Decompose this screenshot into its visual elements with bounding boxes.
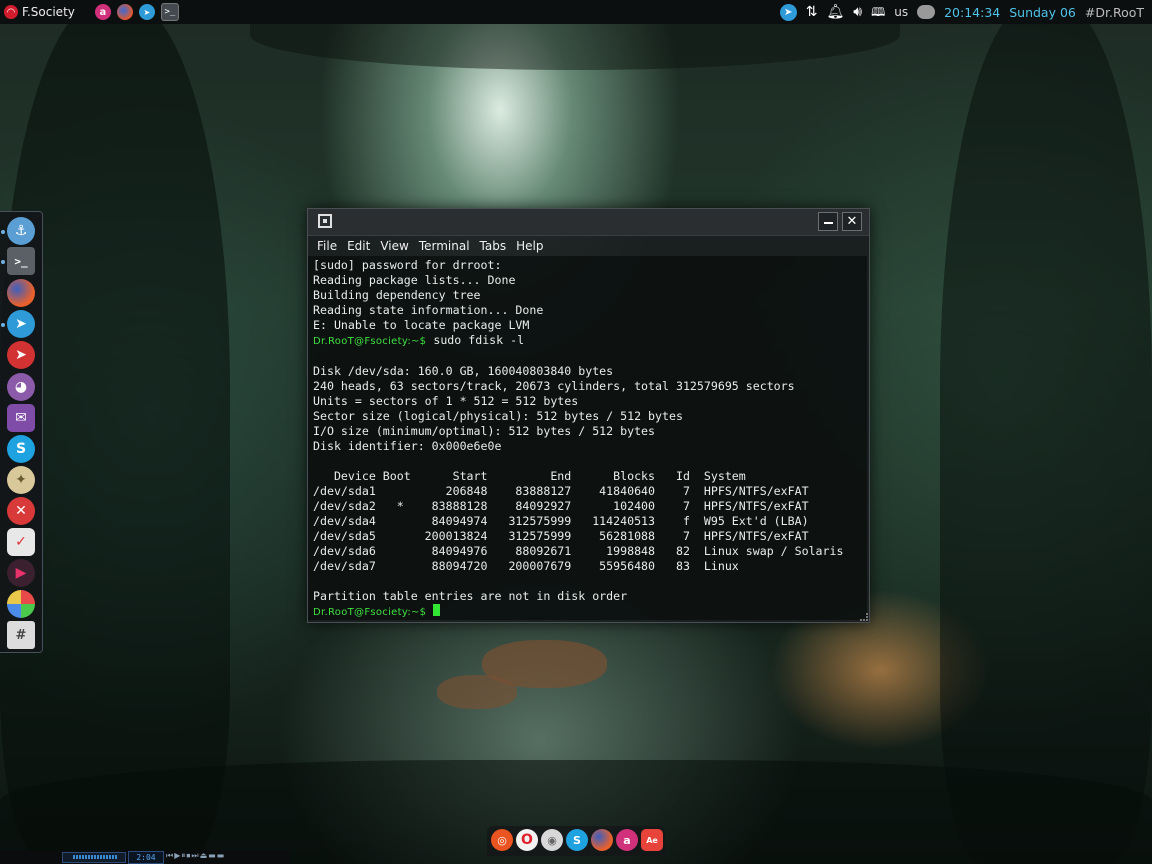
- window-menu-icon[interactable]: [318, 214, 332, 228]
- menu-terminal[interactable]: Terminal: [419, 239, 470, 253]
- wallpaper-deer-small: [437, 675, 517, 709]
- volume-slider[interactable]: ▬▬: [208, 851, 225, 860]
- running-indicator: [1, 230, 5, 234]
- running-indicator: [1, 323, 5, 327]
- partition-row: /dev/sda2 * 83888128 84092927 102400 7 H…: [313, 499, 809, 513]
- color-icon[interactable]: [7, 590, 35, 618]
- telegram-icon[interactable]: ➤: [7, 310, 35, 338]
- wallpaper-tree-right: [940, 0, 1152, 864]
- partition-row: /dev/sda5 200013824 312575999 56281088 7…: [313, 529, 809, 543]
- volume-icon[interactable]: 🔊︎: [853, 4, 862, 20]
- partition-row: /dev/sda7 88094720 200007679 55956480 83…: [313, 559, 739, 573]
- output-line: Sector size (logical/physical): 512 byte…: [313, 409, 683, 423]
- clock-time[interactable]: 20:14:34: [944, 5, 1000, 20]
- output-line: [sudo] password for drroot:: [313, 258, 502, 272]
- output-line: Disk identifier: 0x000e6e0e: [313, 439, 502, 453]
- app-launcher-icon[interactable]: a: [94, 4, 111, 20]
- output-line: Disk /dev/sda: 160.0 GB, 160040803840 by…: [313, 364, 614, 378]
- terminal-titlebar[interactable]: ✕: [308, 209, 869, 236]
- terminal-menubar: File Edit View Terminal Tabs Help: [308, 236, 869, 256]
- keyboard-layout-label[interactable]: us: [894, 5, 908, 19]
- user-hashtag-label: #Dr.RooT: [1084, 4, 1144, 20]
- globe-icon[interactable]: ✦: [7, 466, 35, 494]
- firefox-icon[interactable]: [591, 829, 613, 851]
- partition-row: /dev/sda4 84094974 312575999 114240513 f…: [313, 514, 809, 528]
- partition-table-header: Device Boot Start End Blocks Id System: [313, 469, 746, 483]
- output-line: I/O size (minimum/optimal): 512 bytes / …: [313, 424, 656, 438]
- firefox-icon[interactable]: [116, 4, 133, 20]
- notification-bell-icon[interactable]: 🔔︎: [826, 4, 844, 20]
- pidgin-icon[interactable]: ◕: [7, 373, 35, 401]
- app-icon[interactable]: a: [616, 829, 638, 851]
- terminal-icon[interactable]: >_: [160, 3, 179, 21]
- menu-view[interactable]: View: [380, 239, 408, 253]
- weather-icon[interactable]: [917, 5, 936, 19]
- media-controls[interactable]: ⏮▶⏸⏹⏭⏏▬▬: [166, 851, 225, 861]
- firefox-icon[interactable]: [7, 279, 35, 307]
- output-line: Reading state information... Done: [313, 303, 544, 317]
- network-icon[interactable]: ⇅: [806, 4, 818, 20]
- terminal-icon[interactable]: >_: [7, 247, 35, 275]
- telegram-icon[interactable]: ➤: [138, 4, 155, 20]
- opera-icon[interactable]: O: [516, 829, 538, 851]
- keyboard-icon[interactable]: 🕮: [871, 4, 885, 20]
- tv-icon[interactable]: ◉: [541, 829, 563, 851]
- media-time-display: 2:04: [128, 851, 164, 864]
- menu-edit[interactable]: Edit: [347, 239, 370, 253]
- skype-icon[interactable]: S: [566, 829, 588, 851]
- bottom-dock: ◎ O ◉ S a Ae: [487, 826, 665, 856]
- close-circle-icon[interactable]: ✕: [7, 497, 35, 525]
- ubuntu-icon[interactable]: ◎: [491, 829, 513, 851]
- output-line: Building dependency tree: [313, 288, 481, 302]
- running-indicator: [1, 260, 5, 264]
- output-line: Reading package lists... Done: [313, 273, 516, 287]
- top-panel: ◠ F.Society a ➤ >_ ➤ ⇅ 🔔︎ 🔊︎ 🕮 us 20:14:…: [0, 0, 1152, 24]
- telegram-tray-icon[interactable]: ➤: [779, 3, 797, 21]
- resize-grip-icon[interactable]: [860, 613, 868, 621]
- mail-icon[interactable]: ✉: [7, 404, 35, 432]
- terminal-output[interactable]: [sudo] password for drroot: Reading pack…: [308, 256, 867, 620]
- fsociety-logo-icon: ◠: [4, 5, 18, 19]
- eject-icon[interactable]: ⏏: [200, 851, 209, 860]
- telegram-red-icon[interactable]: ➤: [7, 341, 35, 369]
- menu-help[interactable]: Help: [516, 239, 543, 253]
- video-player-icon[interactable]: ▶: [7, 559, 35, 587]
- output-line: Partition table entries are not in disk …: [313, 589, 628, 603]
- text-cursor[interactable]: [433, 604, 441, 616]
- shell-prompt: Dr.RooT@Fsociety:~$: [313, 336, 427, 347]
- menu-file[interactable]: File: [317, 239, 337, 253]
- badge-icon[interactable]: Ae: [641, 829, 663, 851]
- output-line: 240 heads, 63 sectors/track, 20673 cylin…: [313, 379, 795, 393]
- shell-prompt: Dr.RooT@Fsociety:~$: [313, 607, 427, 618]
- minimize-button[interactable]: [818, 212, 838, 231]
- clock-day[interactable]: Sunday 06: [1009, 5, 1076, 20]
- command-text: sudo fdisk -l: [426, 333, 525, 347]
- anchor-icon[interactable]: ⚓: [7, 217, 35, 245]
- text-editor-icon[interactable]: #: [7, 621, 35, 649]
- app-name-label: F.Society: [22, 5, 75, 19]
- audio-visualizer: [62, 852, 126, 863]
- left-dock: ⚓ >_ ➤ ➤ ◕ ✉ S ✦ ✕ ✓ ▶ #: [0, 211, 43, 653]
- skype-icon[interactable]: S: [7, 435, 35, 463]
- close-button[interactable]: ✕: [842, 212, 862, 231]
- previous-icon[interactable]: ⏮: [166, 851, 174, 860]
- output-line: E: Unable to locate package LVM: [313, 318, 530, 332]
- close-icon: ✕: [846, 214, 858, 229]
- next-icon[interactable]: ⏭: [191, 851, 199, 860]
- output-line: Units = sectors of 1 * 512 = 512 bytes: [313, 394, 579, 408]
- task-icon[interactable]: ✓: [7, 528, 35, 556]
- minimize-icon: [823, 222, 833, 224]
- partition-row: /dev/sda6 84094976 88092671 1998848 82 L…: [313, 544, 844, 558]
- menu-tabs[interactable]: Tabs: [480, 239, 507, 253]
- partition-row: /dev/sda1 206848 83888127 41840640 7 HPF…: [313, 484, 809, 498]
- app-menu-button[interactable]: ◠ F.Society: [4, 5, 75, 19]
- terminal-window[interactable]: ✕ File Edit View Terminal Tabs Help [sud…: [307, 208, 870, 623]
